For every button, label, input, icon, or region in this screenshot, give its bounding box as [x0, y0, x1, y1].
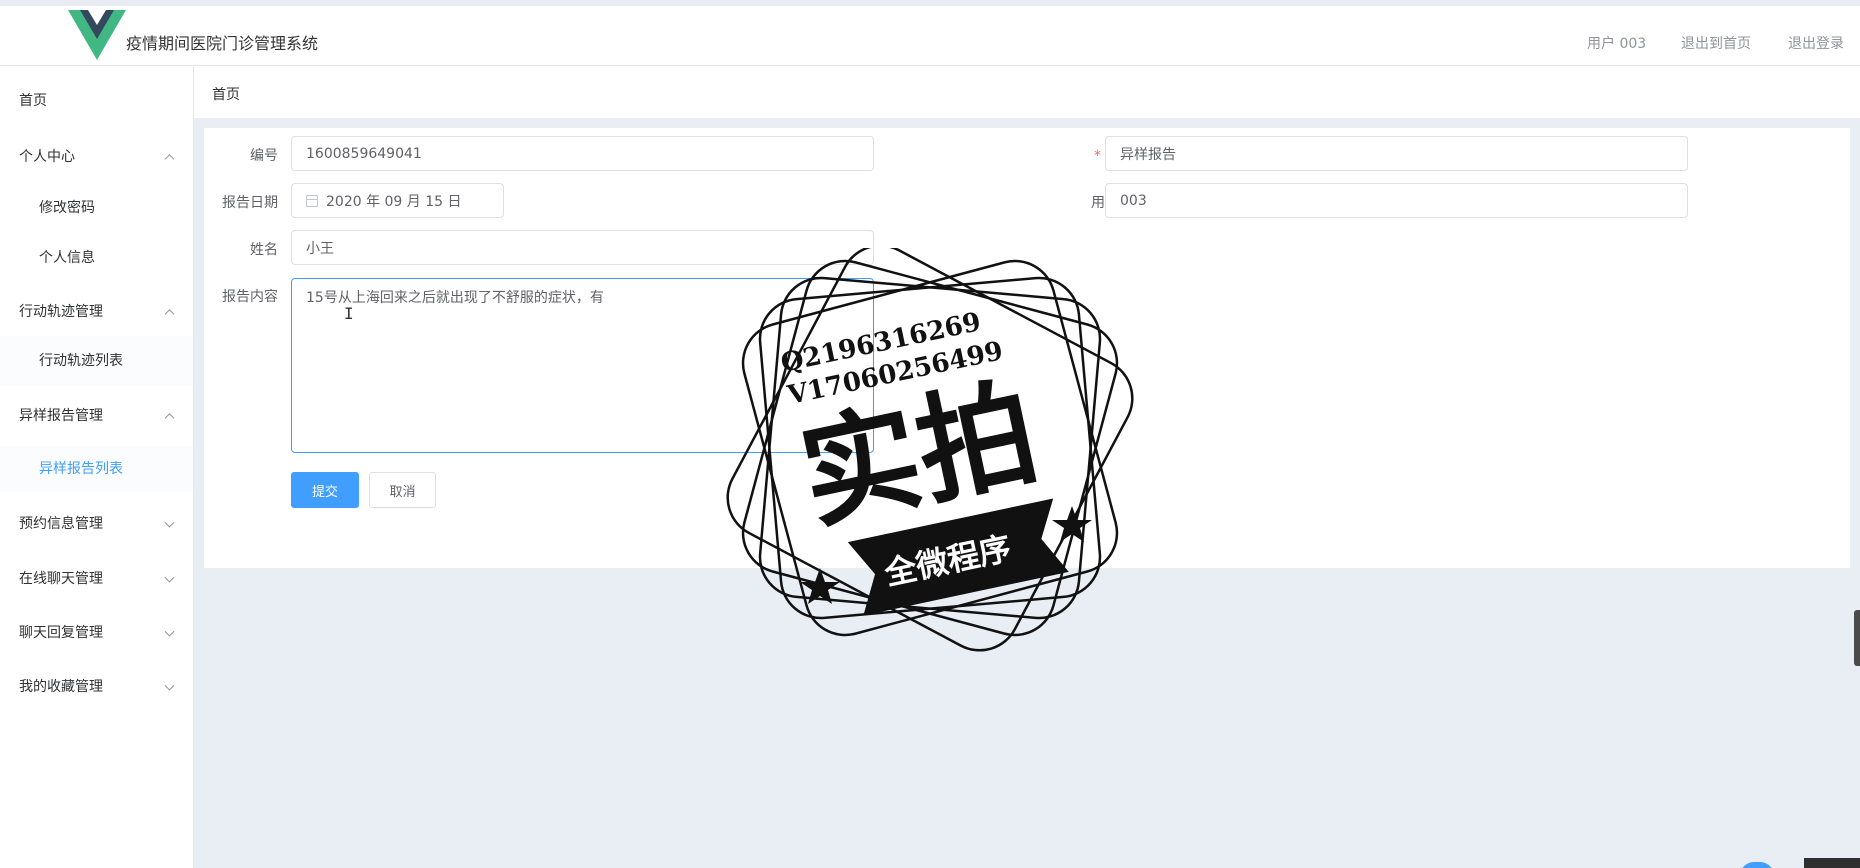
- sidebar-item-abnormal-mgmt[interactable]: 异样报告管理: [0, 399, 193, 433]
- date-label: 报告日期: [222, 195, 278, 211]
- id-label: 编号: [250, 148, 278, 164]
- sidebar-item-chat-mgmt[interactable]: 在线聊天管理: [0, 562, 193, 596]
- id-value: 1600859649041: [306, 145, 422, 162]
- scroll-handle[interactable]: [1854, 610, 1860, 666]
- sidebar-item-label: 我的收藏管理: [19, 679, 103, 695]
- sidebar: 首页 个人中心 修改密码 个人信息 行动轨迹管理 行动轨迹列表 异样报告管理 异…: [0, 66, 194, 868]
- sidebar-item-label: 在线聊天管理: [19, 571, 103, 587]
- app-title: 疫情期间医院门诊管理系统: [126, 34, 319, 53]
- sidebar-item-label: 异样报告管理: [19, 408, 103, 424]
- sidebar-item-change-password[interactable]: 修改密码: [0, 183, 193, 233]
- username-value: 003: [1120, 192, 1147, 209]
- sidebar-item-abnormal-list[interactable]: 异样报告列表: [0, 446, 193, 492]
- date-picker[interactable]: 2020 年 09 月 15 日: [291, 183, 504, 218]
- user-label[interactable]: 用户 003: [1587, 33, 1646, 53]
- calendar-icon: [306, 194, 318, 207]
- main-content: 首页 编号 1600859649041 *名称 异样报告 报告日期 2020 年…: [194, 66, 1860, 868]
- sidebar-item-label: 预约信息管理: [19, 516, 103, 532]
- realname-field[interactable]: 小王: [291, 230, 874, 265]
- vue-logo-icon: [68, 10, 126, 60]
- content-label: 报告内容: [222, 289, 278, 305]
- sidebar-item-home[interactable]: 首页: [0, 84, 193, 118]
- sidebar-item-label: 行动轨迹管理: [19, 304, 103, 320]
- chevron-down-icon: [164, 517, 175, 528]
- breadcrumb-bar: 首页: [194, 66, 1860, 118]
- chevron-up-icon: [164, 154, 175, 165]
- id-field[interactable]: 1600859649041: [291, 136, 874, 171]
- sidebar-item-label: 聊天回复管理: [19, 625, 103, 641]
- realname-label: 姓名: [250, 242, 278, 258]
- chevron-down-icon: [164, 626, 175, 637]
- sidebar-item-favorites-mgmt[interactable]: 我的收藏管理: [0, 670, 193, 704]
- chevron-up-icon: [164, 413, 175, 424]
- content-textarea[interactable]: 15号从上海回来之后就出现了不舒服的症状，有: [291, 278, 874, 453]
- text-cursor-icon: I: [344, 304, 354, 323]
- sidebar-item-personal-info[interactable]: 个人信息: [0, 233, 193, 283]
- back-home-link[interactable]: 退出到首页: [1681, 33, 1751, 53]
- sidebar-item-appointment-mgmt[interactable]: 预约信息管理: [0, 507, 193, 541]
- chevron-down-icon: [164, 680, 175, 691]
- required-asterisk: *: [1094, 148, 1101, 164]
- top-header: 疫情期间医院门诊管理系统 用户 003 退出到首页 退出登录: [0, 0, 1860, 66]
- logout-link[interactable]: 退出登录: [1788, 33, 1844, 53]
- realname-value: 小王: [306, 240, 334, 257]
- corner-widget: [1804, 858, 1860, 868]
- chevron-up-icon: [164, 309, 175, 320]
- cancel-button[interactable]: 取消: [369, 472, 436, 508]
- date-value: 2020 年 09 月 15 日: [326, 193, 462, 210]
- chevron-down-icon: [164, 572, 175, 583]
- sidebar-item-track-mgmt[interactable]: 行动轨迹管理: [0, 295, 193, 329]
- report-form: 编号 1600859649041 *名称 异样报告 报告日期 2020 年 09…: [204, 128, 1850, 568]
- sidebar-item-label: 个人中心: [19, 149, 75, 165]
- sidebar-item-reply-mgmt[interactable]: 聊天回复管理: [0, 616, 193, 650]
- sidebar-item-personal-center[interactable]: 个人中心: [0, 140, 193, 174]
- breadcrumb[interactable]: 首页: [212, 84, 240, 104]
- sidebar-item-track-list[interactable]: 行动轨迹列表: [0, 336, 193, 386]
- name-value: 异样报告: [1120, 146, 1176, 163]
- username-field[interactable]: 003: [1105, 183, 1688, 218]
- submit-button[interactable]: 提交: [291, 472, 359, 508]
- name-field[interactable]: 异样报告: [1105, 136, 1688, 171]
